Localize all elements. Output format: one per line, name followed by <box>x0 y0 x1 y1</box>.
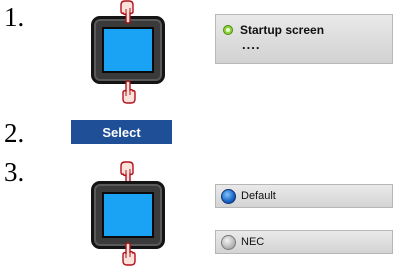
startup-screen-panel: Startup screen .... <box>215 14 393 64</box>
step-number-3: 3. <box>4 157 25 187</box>
step-number-1: 1. <box>4 2 25 32</box>
option-label: NEC <box>241 236 265 248</box>
device-screen-icon <box>91 181 165 249</box>
pointing-hand-icon <box>122 80 136 104</box>
device-screen-display <box>102 192 154 238</box>
option-nec[interactable]: NEC <box>215 230 393 254</box>
radio-selected-icon[interactable] <box>221 189 236 204</box>
startup-screen-value: .... <box>242 37 261 52</box>
device-screen-display <box>102 27 154 73</box>
pointing-hand-icon <box>122 242 136 266</box>
startup-screen-title: Startup screen <box>240 23 325 37</box>
select-button[interactable]: Select <box>71 120 172 144</box>
radio-unselected-icon[interactable] <box>221 235 236 250</box>
green-status-dot-icon <box>223 25 233 35</box>
step-number-2: 2. <box>4 118 25 148</box>
pointing-hand-icon <box>120 0 134 24</box>
option-default[interactable]: Default <box>215 184 393 208</box>
device-screen-icon <box>91 16 165 84</box>
option-label: Default <box>241 190 276 202</box>
